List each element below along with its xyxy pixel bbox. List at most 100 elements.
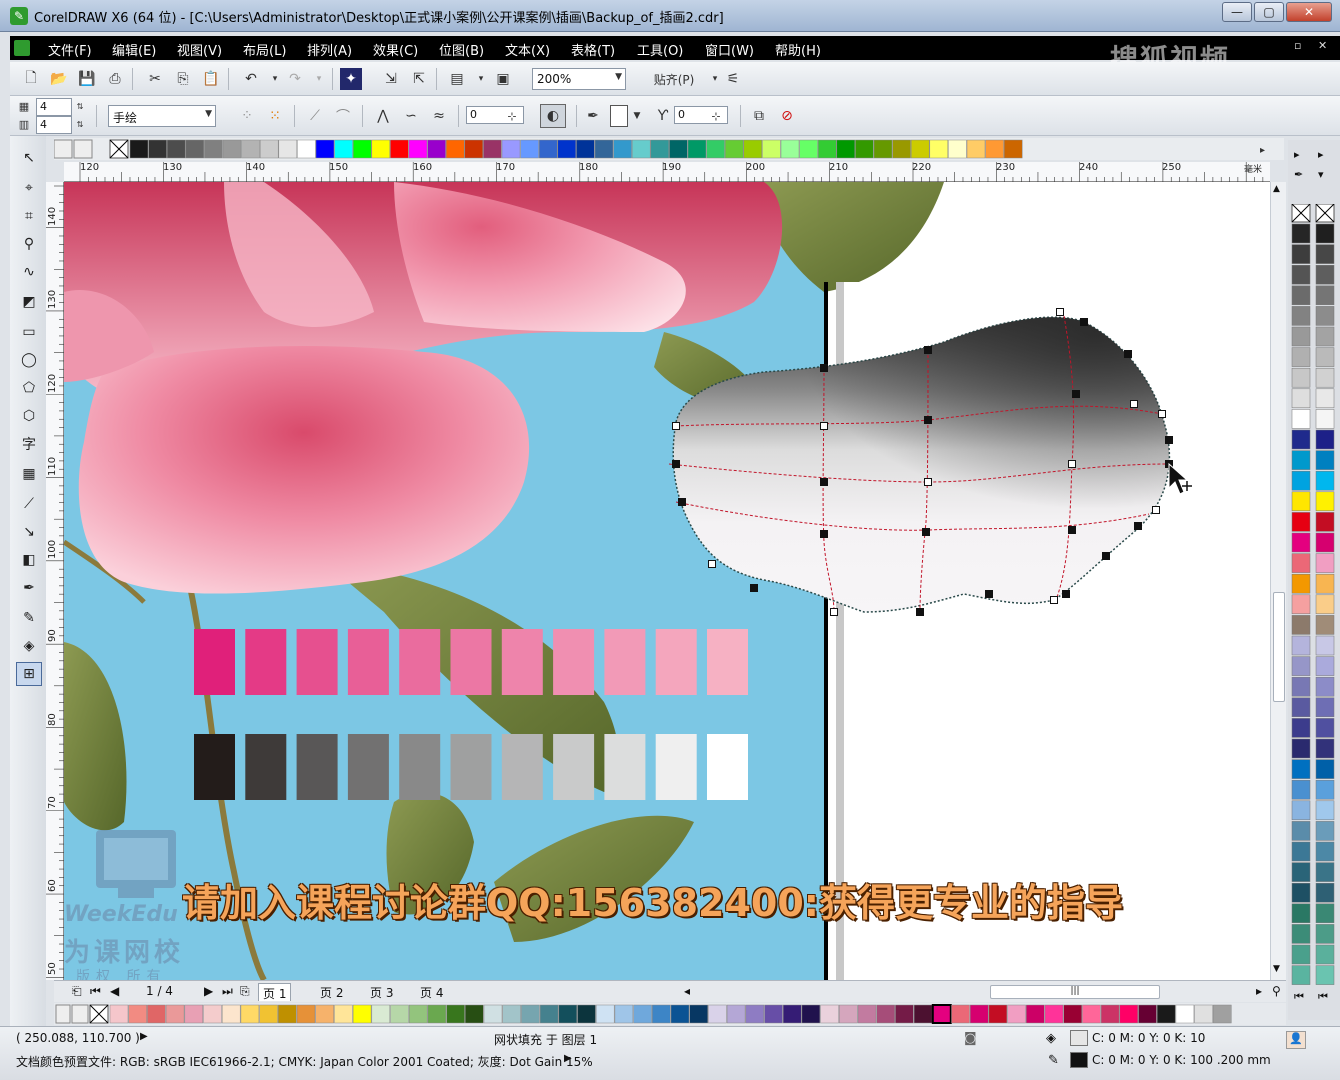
mesh-node[interactable] [672, 460, 680, 468]
palette-swatch[interactable] [876, 1004, 895, 1024]
palette-swatch[interactable] [594, 139, 614, 159]
palette-swatch[interactable] [650, 139, 670, 159]
palette-swatch[interactable] [1315, 429, 1335, 450]
mesh-node[interactable] [924, 478, 932, 486]
undo-icon[interactable]: ↶ [240, 68, 262, 90]
palette-swatch[interactable] [1007, 1004, 1026, 1024]
palette-swatch[interactable] [706, 139, 725, 159]
palette-swatch[interactable] [1315, 264, 1335, 285]
palette-swatch[interactable] [204, 139, 223, 159]
menu-window[interactable]: 窗口(W) [705, 40, 754, 59]
palette-swatch[interactable] [764, 1004, 783, 1024]
palette-swatch[interactable] [390, 139, 409, 159]
palette-swatch[interactable] [951, 1004, 970, 1024]
palette-swatch[interactable] [147, 1004, 166, 1024]
palette-swatch[interactable] [595, 1004, 615, 1024]
pink-swatch[interactable] [194, 629, 235, 695]
basic-shapes-tool-icon[interactable]: ⬡ [16, 404, 42, 428]
palette-scroll-icon[interactable]: ▾ [1318, 168, 1324, 181]
palette-swatch[interactable] [371, 139, 391, 159]
blend-tool-icon[interactable]: ◧ [16, 548, 42, 572]
palette-swatch[interactable] [895, 1004, 914, 1024]
grid-rows-input[interactable]: 4 [36, 98, 72, 116]
dimension-tool-icon[interactable]: ⟋ [16, 492, 42, 516]
delete-node-icon[interactable]: ⁙ [264, 105, 286, 127]
mesh-node[interactable] [1152, 506, 1160, 514]
palette-swatch[interactable] [836, 139, 856, 159]
palette-swatch[interactable] [241, 139, 260, 159]
transparency-slider-icon[interactable]: ⊹ [708, 105, 724, 127]
connector-tool-icon[interactable]: ↘ [16, 520, 42, 544]
palette-swatch[interactable] [240, 1004, 260, 1024]
palette-swatch[interactable] [1100, 1004, 1120, 1024]
palette-swatch[interactable] [1291, 285, 1311, 306]
pink-swatch[interactable] [399, 629, 441, 695]
menu-text[interactable]: 文本(X) [505, 40, 550, 59]
palette-swatch[interactable] [1291, 779, 1311, 800]
gray-swatch[interactable] [347, 734, 389, 800]
palette-swatch[interactable] [352, 1004, 372, 1024]
palette-swatch[interactable] [1175, 1004, 1195, 1024]
palette-swatch[interactable] [1291, 841, 1311, 862]
palette-swatch[interactable] [576, 139, 595, 159]
palette-swatch[interactable] [1315, 491, 1335, 512]
palette-swatch[interactable] [1291, 553, 1311, 573]
palette-swatch[interactable] [185, 139, 205, 159]
outline-pen-tool-icon[interactable]: ✎ [16, 606, 42, 630]
palette-swatch[interactable] [817, 139, 837, 159]
palette-swatch[interactable] [1291, 450, 1311, 470]
search-content-icon[interactable]: ✦ [340, 68, 362, 90]
columns-spinner-icon[interactable]: ⇅ [74, 116, 86, 132]
gray-swatch[interactable] [399, 734, 441, 800]
pink-swatch[interactable] [296, 629, 338, 695]
mesh-color-swatch[interactable] [610, 105, 628, 127]
palette-swatch[interactable] [1291, 656, 1311, 676]
clear-mesh-icon[interactable]: ⊘ [776, 105, 798, 127]
mdi-restore-icon[interactable]: ▫ [1294, 39, 1301, 52]
palette-swatch[interactable] [762, 139, 781, 159]
palette-scroll-icon[interactable]: ▸ [1318, 148, 1324, 161]
gray-swatch[interactable] [296, 734, 338, 800]
mesh-node[interactable] [1080, 318, 1088, 326]
line-segment-icon[interactable]: ⟋ [304, 105, 326, 127]
rectangle-tool-icon[interactable]: ▭ [16, 320, 42, 344]
palette-swatch[interactable] [613, 139, 632, 159]
menu-table[interactable]: 表格(T) [571, 40, 615, 59]
palette-swatch[interactable] [1315, 656, 1335, 676]
top-palette-swatches[interactable]: ▸ [53, 138, 1284, 160]
mesh-node[interactable] [1062, 590, 1070, 598]
palette-swatch[interactable] [109, 1004, 129, 1024]
mesh-node[interactable] [830, 608, 838, 616]
palette-swatch[interactable] [1315, 409, 1335, 429]
paste-icon[interactable]: 📋 [200, 68, 222, 90]
cusp-node-icon[interactable]: ⋀ [372, 105, 394, 127]
scroll-left-icon[interactable]: ◂ [680, 983, 694, 1001]
document-palette-swatches[interactable] [54, 1003, 1286, 1025]
palette-scroll-down-icon[interactable]: ⏮ [1294, 990, 1304, 1004]
mesh-node[interactable] [922, 528, 930, 536]
palette-swatch[interactable] [782, 1004, 802, 1024]
crop-tool-icon[interactable]: ⌗ [16, 204, 42, 228]
palette-swatch[interactable] [1291, 388, 1311, 409]
palette-swatch[interactable] [1291, 429, 1311, 450]
pink-swatch[interactable] [655, 629, 697, 695]
mesh-node[interactable] [708, 560, 716, 568]
palette-swatch[interactable] [483, 139, 502, 159]
pink-swatch[interactable] [707, 629, 748, 695]
undo-dropdown-icon[interactable]: ▾ [264, 68, 286, 90]
palette-swatch[interactable] [1315, 594, 1335, 615]
next-page-icon[interactable]: ▶ [200, 983, 217, 1001]
palette-swatch[interactable] [297, 139, 316, 159]
palette-swatch[interactable] [1063, 1004, 1082, 1024]
minimize-button[interactable]: — [1222, 2, 1252, 22]
text-tool-icon[interactable]: 字 [16, 432, 42, 456]
palette-swatch[interactable] [577, 1004, 596, 1024]
pink-swatch[interactable] [604, 629, 646, 695]
mesh-node[interactable] [924, 346, 932, 354]
palette-swatch[interactable] [1291, 635, 1311, 656]
palette-expand-icon[interactable]: ▸ [1260, 145, 1265, 156]
fill-tool-icon[interactable]: ◈ [16, 634, 42, 658]
palette-swatch[interactable] [538, 139, 558, 159]
no-color-swatch[interactable] [1315, 204, 1335, 223]
palette-swatch[interactable] [1291, 965, 1311, 985]
